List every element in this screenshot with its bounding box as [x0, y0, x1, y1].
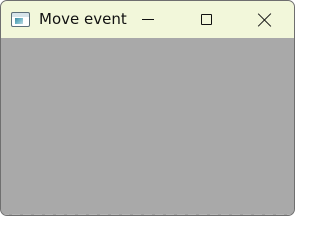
window-bottom-edge — [1, 214, 294, 215]
window-client-area[interactable] — [1, 38, 294, 215]
window-title: Move event — [39, 10, 127, 28]
maximize-button[interactable] — [177, 1, 235, 38]
close-icon — [258, 13, 272, 27]
maximize-icon — [200, 14, 212, 25]
close-button[interactable] — [236, 1, 294, 38]
title-bar[interactable]: Move event — [1, 1, 294, 38]
minimize-button[interactable] — [119, 1, 177, 38]
application-window: Move event — [0, 0, 295, 216]
minimize-icon — [142, 19, 154, 20]
window-app-icon — [11, 12, 30, 27]
